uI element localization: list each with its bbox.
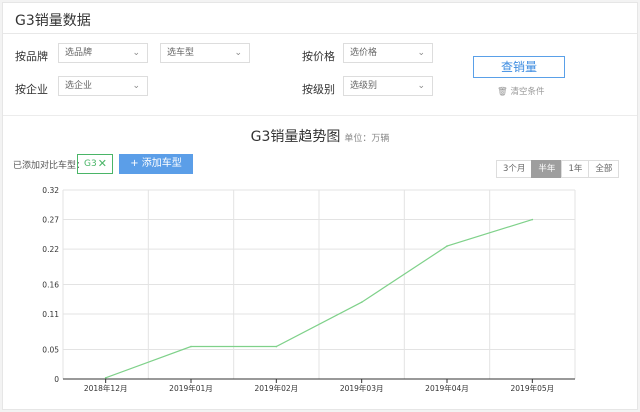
x-tick-label: 2018年12月 <box>84 383 128 393</box>
sales-trend-chart: 0 0.05 0.11 0.16 0.22 0.27 0.32 2018年12月 2019年01… <box>42 186 576 393</box>
data-point <box>531 218 534 221</box>
y-tick-label: 0 <box>54 375 59 384</box>
y-tick-label: 0.22 <box>42 245 59 254</box>
data-point <box>446 245 448 247</box>
data-point <box>104 377 107 379</box>
y-tick-label: 0.16 <box>42 281 59 290</box>
data-point <box>190 345 192 348</box>
y-tick-label: 0.11 <box>42 310 59 319</box>
data-point <box>275 345 278 348</box>
data-point <box>360 301 363 304</box>
x-tick-label: 2019年01月 <box>169 383 213 393</box>
x-tick-label: 2019年05月 <box>511 383 555 393</box>
y-tick-label: 0.27 <box>42 216 59 225</box>
y-tick-label: 0.32 <box>42 186 59 195</box>
y-tick-label: 0.05 <box>42 345 59 354</box>
x-tick-label: 2019年03月 <box>340 383 384 393</box>
main-panel: G3销量数据 按品牌 选品牌 ⌄ 选车型 ⌄ 按价格 选价格 ⌄ 按企业 选企业… <box>2 2 638 410</box>
x-tick-label: 2019年02月 <box>255 383 299 393</box>
x-tick-label: 2019年04月 <box>425 383 469 393</box>
